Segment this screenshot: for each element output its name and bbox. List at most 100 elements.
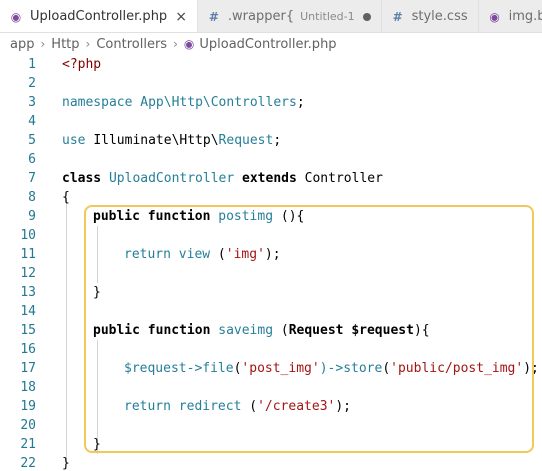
line-number: 8: [28, 190, 36, 205]
code-line: 15 public function saveimg (Request $requ…: [0, 321, 542, 340]
punctuation: (){: [273, 209, 305, 224]
keyword: return: [124, 399, 171, 414]
punctuation: );: [264, 247, 281, 262]
keyword: use: [62, 133, 86, 148]
code-line: 16: [0, 340, 542, 359]
line-number: 10: [20, 228, 36, 243]
tab-label: UploadController.php: [30, 9, 168, 24]
css-hash-icon: #: [392, 9, 403, 24]
tab-label: img.bla: [508, 9, 542, 24]
code-line: 5 use Illuminate\Http\Request;: [0, 131, 542, 150]
punctuation: ){: [413, 323, 430, 338]
line-number: 1: [28, 57, 36, 72]
method-call: store: [343, 361, 383, 376]
code-line: 2: [0, 74, 542, 93]
code-line: 19 return redirect ('/create3');: [0, 397, 542, 416]
code-line: 20: [0, 416, 542, 435]
tab-style-css[interactable]: # style.css: [381, 0, 479, 32]
function-name: saveimg: [218, 323, 274, 338]
php-elephant-icon: ◉: [10, 9, 22, 24]
code-line: 9 public function postimg (){: [0, 207, 542, 226]
code-editor[interactable]: 1 <?php 2 3 namespace App\Http\Controllers…: [0, 55, 542, 471]
line-number: 2: [28, 76, 36, 91]
line-number: 11: [20, 247, 36, 262]
line-number: 9: [28, 209, 36, 224]
code-line: 22}: [0, 454, 542, 471]
close-icon[interactable]: ×: [175, 9, 187, 25]
keyword: return: [124, 247, 171, 262]
punctuation: ;: [296, 95, 305, 110]
function-call: view: [178, 247, 211, 262]
class-name: Request: [218, 133, 274, 148]
tab-label: .wrapper{: [227, 9, 295, 24]
code-line: 10: [0, 226, 542, 245]
unsaved-dot-icon[interactable]: [362, 12, 371, 21]
breadcrumb-item-controllers[interactable]: Controllers: [96, 37, 167, 52]
class-name: UploadController: [108, 171, 235, 186]
code-line: 14: [0, 302, 542, 321]
breadcrumb-item-file[interactable]: UploadController.php: [199, 37, 336, 52]
variable: $request: [124, 361, 187, 376]
line-number: 19: [20, 399, 36, 414]
php-elephant-icon: ◉: [489, 9, 500, 24]
namespace-path: Illuminate\Http\: [93, 133, 219, 148]
variable: $request: [351, 323, 414, 338]
string-literal: 'img': [225, 247, 265, 262]
brace: }: [62, 456, 70, 471]
punctuation: (: [273, 323, 289, 338]
namespace-name: App\Http\Controllers: [140, 95, 297, 110]
code-line: 11 return view ('img');: [0, 245, 542, 264]
line-number: 3: [28, 95, 36, 110]
keyword: extends: [242, 171, 297, 186]
code-line: 13}: [0, 283, 542, 302]
method-call: file: [202, 361, 234, 376]
line-number: 14: [20, 304, 36, 319]
punctuation: (: [210, 247, 226, 262]
punctuation: );: [523, 361, 539, 376]
chevron-right-icon: ›: [40, 37, 46, 51]
code-line: 12: [0, 264, 542, 283]
code-line: 18: [0, 378, 542, 397]
punctuation: );: [335, 399, 352, 414]
breadcrumb-item-http[interactable]: Http: [51, 37, 79, 52]
line-number: 17: [20, 361, 36, 376]
tab-label: style.css: [411, 9, 468, 24]
line-number: 18: [20, 380, 36, 395]
breadcrumb: app › Http › Controllers › ◉ UploadContr…: [0, 33, 542, 55]
string-literal: '/create3': [257, 399, 336, 414]
php-open-tag: <?php: [62, 57, 102, 72]
keyword: function: [147, 209, 211, 224]
code-line: 8{: [0, 188, 542, 207]
line-number: 22: [20, 456, 36, 471]
tab-upload-controller[interactable]: ◉ UploadController.php ×: [0, 0, 198, 32]
string-literal: 'public/post_img': [390, 361, 524, 376]
breadcrumb-item-app[interactable]: app: [10, 37, 34, 52]
line-number: 13: [20, 285, 36, 300]
tab-sublabel: Untitled-1: [300, 10, 355, 23]
code-line: 3 namespace App\Http\Controllers;: [0, 93, 542, 112]
css-hash-icon: #: [208, 9, 219, 24]
chevron-right-icon: ›: [173, 37, 178, 51]
line-number: 20: [20, 418, 36, 433]
keyword: namespace: [62, 95, 133, 110]
line-number: 5: [28, 133, 36, 148]
tab-img-blade[interactable]: ◉ img.bla: [478, 0, 542, 32]
chevron-right-icon: ›: [85, 37, 91, 51]
string-literal: 'post_img': [241, 361, 320, 376]
editor-tab-bar: ◉ UploadController.php × # .wrapper{ Unt…: [0, 0, 542, 33]
punctuation: ;: [273, 133, 282, 148]
brace: }: [93, 437, 101, 452]
code-line: 7 class UploadController extends Controll…: [0, 169, 542, 188]
keyword: function: [147, 323, 211, 338]
keyword: public: [93, 323, 140, 338]
tab-untitled-1[interactable]: # .wrapper{ Untitled-1: [197, 0, 382, 32]
code-line: 6: [0, 150, 542, 169]
line-number: 16: [20, 342, 36, 357]
line-number: 7: [28, 171, 36, 186]
line-number: 15: [20, 323, 36, 338]
code-line: 1 <?php: [0, 55, 542, 74]
line-number: 4: [28, 114, 36, 129]
punctuation: (: [241, 399, 258, 414]
operator: ->: [186, 361, 203, 376]
code-line: 17 $request->file('post_img')->store('pub…: [0, 359, 542, 378]
